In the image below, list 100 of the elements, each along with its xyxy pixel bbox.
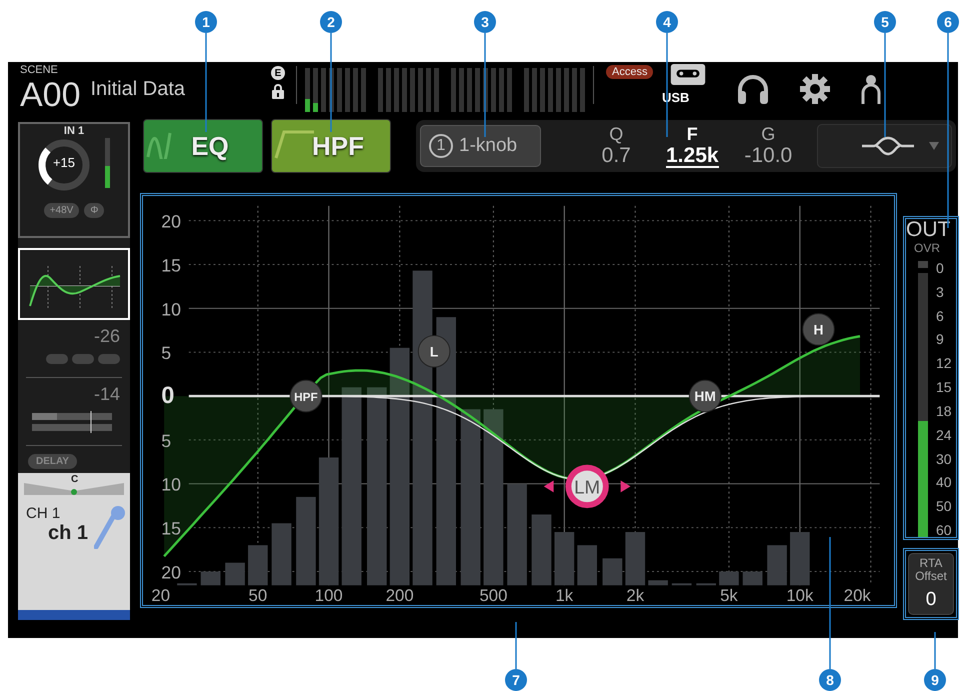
output-label: OUT [906, 219, 952, 241]
parameter-value: -10.0 [744, 145, 792, 166]
parameter-field[interactable]: F 1.25k [661, 124, 724, 168]
leader-line [934, 632, 936, 669]
parameter-field[interactable]: G -10.0 [737, 124, 800, 168]
callout-number: 1 [195, 11, 217, 33]
wave-curve-icon [146, 130, 172, 159]
input-meter [434, 68, 439, 112]
spectrum-bar [532, 514, 552, 586]
parameter-value: 0.7 [602, 145, 631, 166]
input-meter [426, 68, 431, 112]
filter-type-dropdown[interactable] [816, 124, 952, 168]
input-meter [499, 68, 504, 112]
callout-number: 9 [924, 669, 946, 691]
meter-scale-label: 30 [936, 452, 952, 466]
gain-axis-label: 5 [161, 430, 172, 451]
gain-axis-label: 20 [161, 212, 181, 232]
gain-axis-label: 0 [161, 382, 174, 409]
gain-axis-label: 15 [161, 255, 181, 276]
meter-scale-label: 60 [936, 522, 952, 537]
spectrum-bar [648, 580, 668, 586]
input-meter [410, 68, 415, 112]
settings-icon[interactable] [800, 74, 830, 104]
input-meter [361, 68, 366, 112]
gain-axis-label: 15 [161, 518, 181, 539]
meter-scale-label: 12 [936, 356, 952, 370]
eq-band-handle[interactable]: H [802, 313, 835, 346]
gain-axis-label: 20 [161, 562, 181, 582]
input-meter [548, 68, 553, 112]
spectrum-bar [790, 532, 810, 586]
input-meter [491, 68, 496, 112]
callout-number: 8 [819, 669, 841, 691]
meter-scale-label: 15 [936, 380, 952, 394]
parameter-name: G [761, 124, 776, 145]
callout-number: 6 [937, 11, 959, 33]
frequency-axis-label: 1k [555, 586, 574, 605]
callout-number: 7 [505, 669, 527, 691]
meter-scale-label: 24 [936, 428, 952, 442]
pan-value: C [71, 474, 78, 485]
frequency-axis-label: 200 [386, 586, 414, 605]
frequency-axis-label: 100 [314, 586, 343, 605]
frequency-axis-label: 5k [720, 586, 738, 605]
eq-button[interactable]: EQ [143, 119, 263, 173]
spectrum-bar [177, 583, 197, 586]
user-icon[interactable] [860, 74, 882, 104]
meter-scale-label: 0 [936, 261, 945, 275]
callout-number: 3 [474, 11, 496, 33]
spectrum-bar [696, 583, 716, 586]
eq-band-handle[interactable]: L [418, 335, 450, 368]
edit-badge: E [271, 66, 285, 80]
eq-band-handle[interactable]: HPF [290, 380, 322, 412]
frequency-axis-label: 10k [786, 586, 814, 605]
meter-scale-label: 3 [936, 284, 945, 299]
frequency-axis-label: 500 [479, 586, 508, 605]
dynamics-value: -14 [92, 384, 121, 405]
spectrum-bar [577, 545, 597, 586]
parameter-field[interactable]: Q 0.7 [585, 124, 648, 168]
parameter-value: 1.25k [666, 145, 719, 168]
eq-graph[interactable]: 20 15 10 5 0 5 10 15 20 20 50 100 200 500 1k 2k 5k 10k 20k HPF L LM HM H [140, 193, 897, 608]
parameter-name: Q [609, 124, 624, 145]
input-meter [378, 68, 383, 112]
rta-offset-button[interactable]: RTA Offset 0 [908, 553, 954, 615]
one-knob-button[interactable]: 1 1-knob [420, 125, 542, 167]
overload-indicator [918, 261, 928, 268]
access-badge: Access [606, 65, 654, 79]
input-meter [345, 68, 350, 112]
callout-number: 4 [656, 11, 678, 33]
channel-name: ch 1 [48, 522, 88, 545]
meter-scale-label: 6 [936, 308, 945, 323]
input-meter [564, 68, 569, 112]
input-meter [540, 68, 545, 112]
headphones-icon[interactable] [736, 74, 770, 104]
channel-id: CH 1 [26, 505, 62, 522]
spectrum-bar [272, 523, 292, 586]
callout-number: 5 [874, 11, 896, 33]
spectrum-bar [719, 572, 739, 586]
input-meter [459, 68, 464, 112]
input-meter [483, 68, 488, 112]
input-meter [451, 68, 456, 112]
leader-line [515, 622, 517, 669]
eq-band-handle[interactable]: HM [688, 380, 722, 412]
spectrum-bar [554, 532, 574, 586]
callout-number: 2 [320, 11, 342, 33]
caret-icon [929, 142, 939, 150]
dynamics-value: -26 [92, 326, 121, 347]
spectrum-bar [767, 545, 787, 586]
eq-thumbnail[interactable] [18, 248, 130, 320]
channel-card[interactable]: C CH 1 ch 1 [18, 473, 130, 620]
input-meter [524, 68, 529, 112]
microphone-icon [94, 505, 126, 549]
gain-axis-label: 5 [161, 343, 172, 364]
meter-scale-label: 50 [936, 499, 952, 514]
input-meter [394, 68, 399, 112]
scene-number: A00 [20, 78, 80, 112]
gain-axis-label: 10 [161, 474, 181, 495]
gain-axis-label: 10 [161, 299, 181, 320]
scene-title: Initial Data [90, 77, 185, 102]
meter-scale-label: 40 [936, 475, 952, 490]
gain-value: +15 [52, 155, 76, 170]
input-meter [475, 68, 480, 112]
